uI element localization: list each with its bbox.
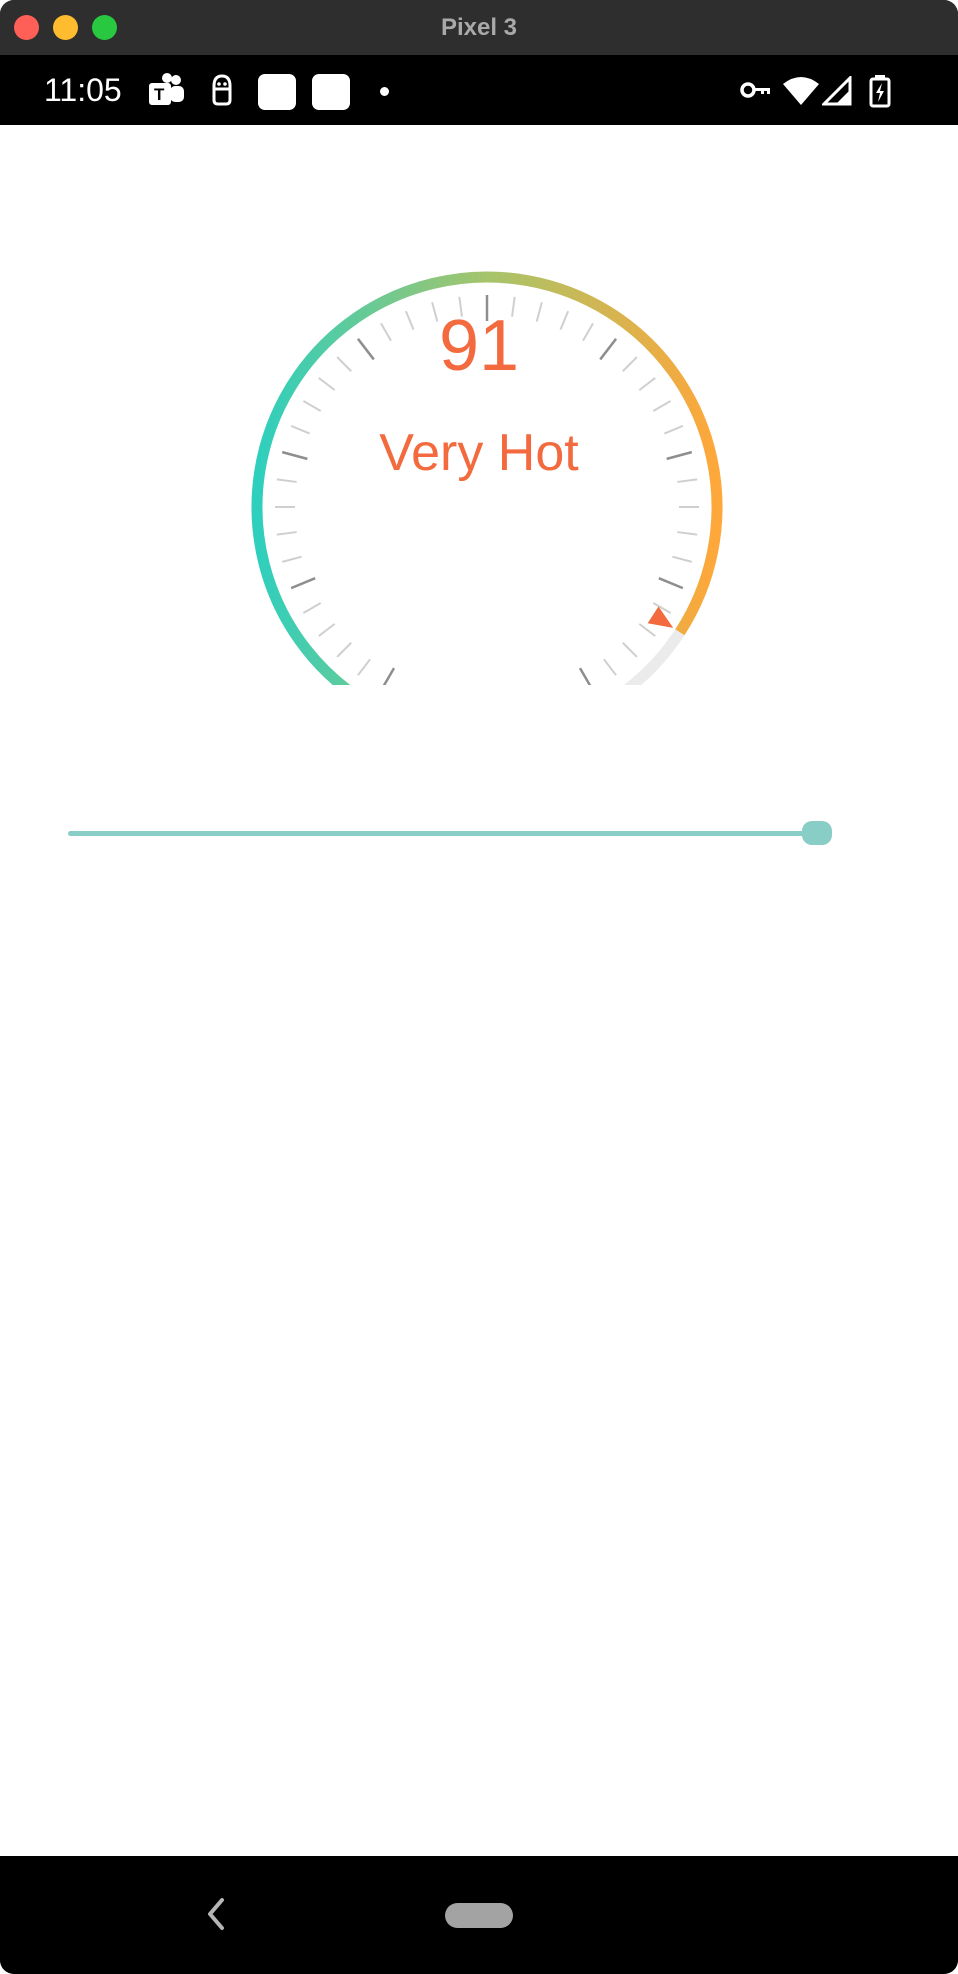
app-content: 91 Very Hot	[0, 125, 958, 1856]
gauge-minor-tick	[357, 658, 371, 676]
gauge-minor-tick	[336, 642, 352, 658]
window-title: Pixel 3	[440, 14, 518, 41]
gauge-minor-tick	[290, 424, 311, 435]
gauge-minor-tick	[663, 424, 684, 435]
app-placeholder-icon	[312, 74, 350, 110]
gauge-minor-tick	[677, 478, 698, 483]
gauge-minor-tick	[302, 602, 322, 614]
gauge-level-label: Very Hot	[379, 424, 579, 482]
gauge-major-tick	[658, 577, 684, 590]
gauge-major-tick	[281, 450, 308, 461]
gauge-minor-tick	[318, 377, 336, 391]
gauge-minor-tick	[677, 531, 698, 536]
gauge-minor-tick	[302, 400, 322, 412]
temperature-slider[interactable]	[68, 815, 832, 851]
notification-dot-icon	[380, 87, 389, 96]
gauge-value: 91	[438, 306, 520, 386]
teams-icon: T	[149, 73, 184, 105]
navigation-bar	[0, 1856, 958, 1974]
emulator-window: Pixel 3 11:05 T 91 Very Hot	[0, 0, 958, 1974]
gauge-major-tick	[382, 667, 396, 685]
slider-thumb[interactable]	[802, 821, 832, 845]
app-robot-icon	[212, 74, 232, 106]
gauge-minor-tick	[276, 531, 297, 536]
gauge-major-tick	[578, 667, 592, 685]
gauge-minor-tick	[603, 658, 617, 676]
app-placeholder-icon	[258, 74, 296, 110]
gauge-minor-tick	[622, 642, 638, 658]
wifi-icon	[783, 77, 819, 105]
status-clock: 11:05	[44, 72, 122, 108]
gauge-minor-tick	[672, 555, 693, 563]
gauge-minor-tick	[638, 377, 656, 391]
cell-signal-icon	[822, 76, 852, 106]
gauge-minor-tick	[582, 322, 594, 342]
gauge-minor-tick	[318, 623, 336, 637]
gauge-major-tick	[666, 450, 693, 461]
gauge-minor-tick	[276, 478, 297, 483]
slider-track[interactable]	[68, 831, 816, 836]
gauge-minor-tick	[638, 623, 656, 637]
gauge-major-tick	[356, 338, 375, 361]
gauge-minor-tick	[652, 400, 672, 412]
gauge-minor-tick	[622, 356, 638, 372]
home-button[interactable]	[445, 1903, 513, 1928]
status-bar: 11:05 T	[0, 55, 958, 125]
gauge-major-tick	[290, 577, 316, 590]
title-bar: Pixel 3	[0, 0, 958, 55]
gauge-minor-tick	[336, 356, 352, 372]
svg-text:T: T	[154, 85, 165, 104]
temperature-gauge	[251, 271, 723, 685]
gauge-pointer-marker	[647, 606, 674, 628]
battery-charging-icon	[869, 75, 891, 108]
gauge-major-tick	[599, 338, 618, 361]
gauge-minor-tick	[281, 555, 302, 563]
vpn-key-icon	[740, 82, 770, 98]
back-icon[interactable]	[196, 1892, 236, 1936]
gauge-track	[623, 629, 685, 685]
